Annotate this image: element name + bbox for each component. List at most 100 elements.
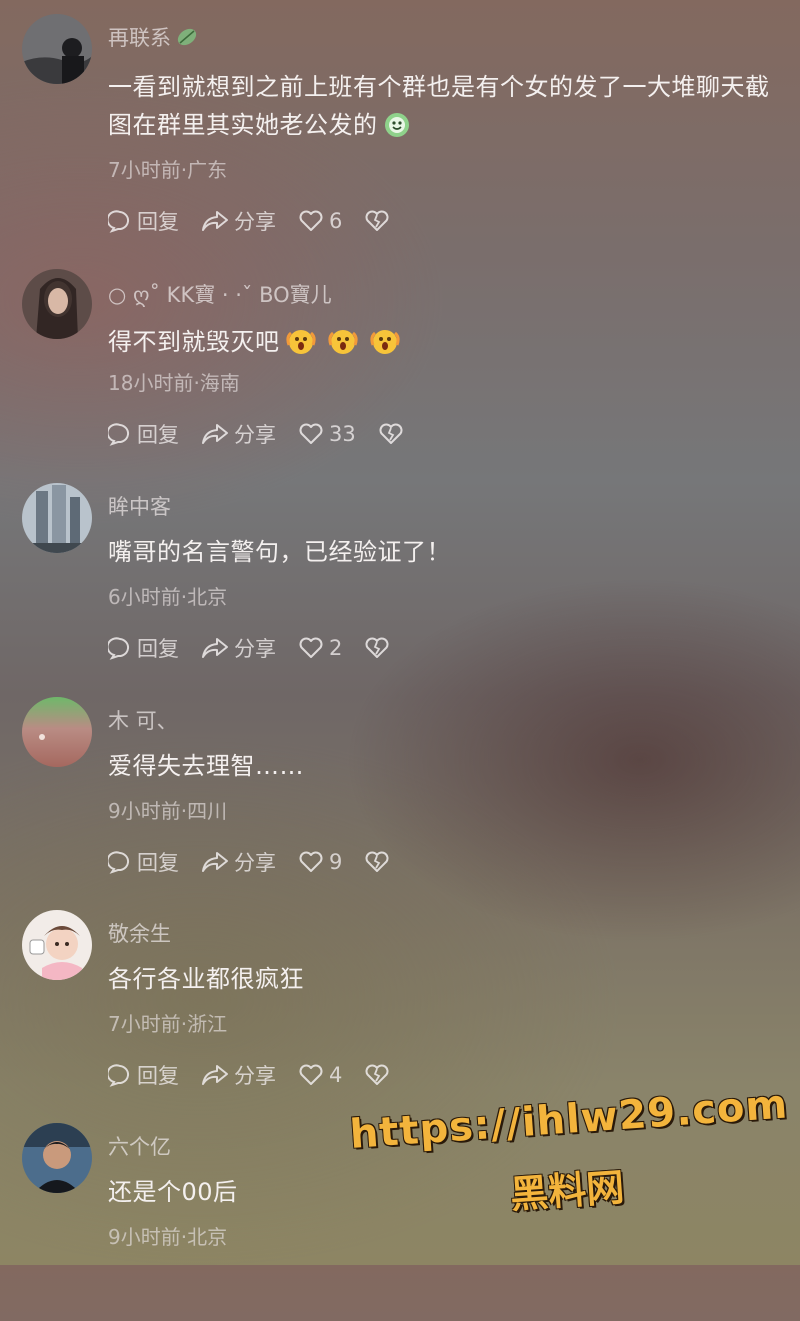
- reply-button[interactable]: 回复: [108, 419, 179, 449]
- dislike-button[interactable]: [364, 850, 395, 874]
- reply-bubble-icon: [108, 210, 129, 233]
- comment-item: 再联系 一看到就想到之前上班有个群也是有个女的发了一大堆聊天截图在群里其实她老公…: [0, 0, 800, 234]
- dislike-button[interactable]: [364, 209, 395, 233]
- share-button[interactable]: 分享: [201, 1060, 276, 1090]
- comment-meta: 7小时前·广东: [108, 158, 228, 182]
- comment-actions: 回复 分享 9: [108, 847, 417, 877]
- broken-heart-icon: [365, 851, 389, 872]
- username-text: 木 可、: [108, 709, 178, 733]
- heart-icon: [299, 423, 323, 444]
- like-button[interactable]: 2: [298, 636, 342, 660]
- avatar[interactable]: [22, 697, 92, 767]
- comment-item: 眸中客 嘴哥的名言警句，已经验证了！ 6小时前·北京 回复 分享 2: [0, 469, 800, 681]
- username-text: 敬余生: [108, 922, 171, 946]
- like-button[interactable]: 4: [298, 1063, 342, 1087]
- like-count: 9: [329, 850, 343, 874]
- username-text: 再联系: [108, 26, 171, 50]
- reply-bubble-icon: [108, 851, 129, 874]
- broken-heart-icon: [365, 210, 389, 231]
- avatar[interactable]: [22, 269, 92, 339]
- share-button[interactable]: 分享: [201, 633, 276, 663]
- share-arrow-icon: [202, 424, 228, 444]
- share-button[interactable]: 分享: [201, 419, 276, 449]
- avatar[interactable]: [22, 14, 92, 84]
- username[interactable]: 木 可、: [108, 705, 178, 735]
- comment-actions: 回复 分享 33: [108, 419, 431, 449]
- comment-item: 木 可、 爱得失去理智…… 9小时前·四川 回复 分享 9: [0, 683, 800, 895]
- share-label: 分享: [234, 1064, 276, 1088]
- share-button[interactable]: 分享: [201, 847, 276, 877]
- comment-meta: 9小时前·北京: [108, 1225, 228, 1249]
- comment-item: ○ ღ˚ KK寶 · ·ˇ BO寶儿 得不到就毁灭吧 18小时前·海南 回复 分…: [0, 255, 800, 467]
- reply-button[interactable]: 回复: [108, 847, 179, 877]
- like-count: 33: [329, 422, 356, 446]
- comment-actions: 回复 分享 6: [108, 206, 417, 236]
- reply-button[interactable]: 回复: [108, 633, 179, 663]
- comment-text: 各行各业都很疯狂: [108, 960, 788, 998]
- comment-text-content: 得不到就毁灭吧: [108, 328, 280, 356]
- share-arrow-icon: [202, 638, 228, 658]
- username[interactable]: 敬余生: [108, 918, 171, 948]
- comment-text-content: 嘴哥的名言警句，已经验证了！: [108, 538, 451, 566]
- username-text: 六个亿: [108, 1135, 171, 1159]
- comment-text: 得不到就毁灭吧: [108, 323, 788, 366]
- reply-label: 回复: [137, 210, 179, 234]
- username[interactable]: 眸中客: [108, 491, 171, 521]
- comment-actions: 回复 分享 4: [108, 1060, 417, 1090]
- reply-button[interactable]: 回复: [108, 206, 179, 236]
- share-label: 分享: [234, 637, 276, 661]
- avatar[interactable]: [22, 483, 92, 553]
- share-arrow-icon: [202, 852, 228, 872]
- shocked-face-emoji-icon: [327, 327, 358, 366]
- reply-button[interactable]: 回复: [108, 1060, 179, 1090]
- comment-meta: 18小时前·海南: [108, 371, 240, 395]
- avatar[interactable]: [22, 910, 92, 980]
- share-button[interactable]: 分享: [201, 206, 276, 236]
- share-arrow-icon: [202, 1065, 228, 1085]
- like-button[interactable]: 9: [298, 850, 342, 874]
- share-label: 分享: [234, 210, 276, 234]
- dislike-button[interactable]: [364, 1063, 395, 1087]
- like-count: 2: [329, 636, 343, 660]
- like-count: 4: [329, 1063, 343, 1087]
- username[interactable]: ○ ღ˚ KK寶 · ·ˇ BO寶儿: [108, 279, 332, 309]
- comment-text-content: 各行各业都很疯狂: [108, 965, 304, 993]
- shocked-face-emoji-icon: [369, 327, 400, 366]
- broken-heart-icon: [365, 1064, 389, 1085]
- comment-text-content: 还是个00后: [108, 1178, 238, 1206]
- watermark-site-name: 黑料网: [508, 1165, 626, 1217]
- comment-text-content: 爱得失去理智……: [108, 752, 304, 780]
- reply-label: 回复: [137, 423, 179, 447]
- comment-text: 爱得失去理智……: [108, 747, 788, 785]
- watermark: https://ihlw29.com 黑料网: [348, 1081, 789, 1228]
- comment-meta: 6小时前·北京: [108, 585, 228, 609]
- heart-icon: [299, 851, 323, 872]
- comment-meta: 7小时前·浙江: [108, 1012, 228, 1036]
- dislike-button[interactable]: [364, 636, 395, 660]
- broken-heart-icon: [379, 423, 403, 444]
- comment-meta: 9小时前·四川: [108, 799, 228, 823]
- heart-icon: [299, 210, 323, 231]
- share-arrow-icon: [202, 211, 228, 231]
- like-button[interactable]: 33: [298, 422, 356, 446]
- heart-icon: [299, 637, 323, 658]
- reply-bubble-icon: [108, 637, 129, 660]
- comment-text: 嘴哥的名言警句，已经验证了！: [108, 533, 788, 571]
- comment-item: 敬余生 各行各业都很疯狂 7小时前·浙江 回复 分享 4: [0, 896, 800, 1108]
- reply-bubble-icon: [108, 423, 129, 446]
- username[interactable]: 再联系: [108, 22, 199, 53]
- reply-label: 回复: [137, 851, 179, 875]
- heart-icon: [299, 1064, 323, 1085]
- comment-text-content: 一看到就想到之前上班有个群也是有个女的发了一大堆聊天截图在群里其实她老公发的: [108, 73, 770, 139]
- username[interactable]: 六个亿: [108, 1131, 171, 1161]
- broken-heart-icon: [365, 637, 389, 658]
- like-button[interactable]: 6: [298, 209, 342, 233]
- reply-bubble-icon: [108, 1064, 129, 1087]
- username-text: ○ ღ˚ KK寶 · ·ˇ BO寶儿: [108, 283, 332, 307]
- comment-actions: 回复 分享 2: [108, 633, 417, 663]
- share-label: 分享: [234, 851, 276, 875]
- avatar[interactable]: [22, 1123, 92, 1193]
- dislike-button[interactable]: [378, 422, 409, 446]
- share-label: 分享: [234, 423, 276, 447]
- reply-label: 回复: [137, 637, 179, 661]
